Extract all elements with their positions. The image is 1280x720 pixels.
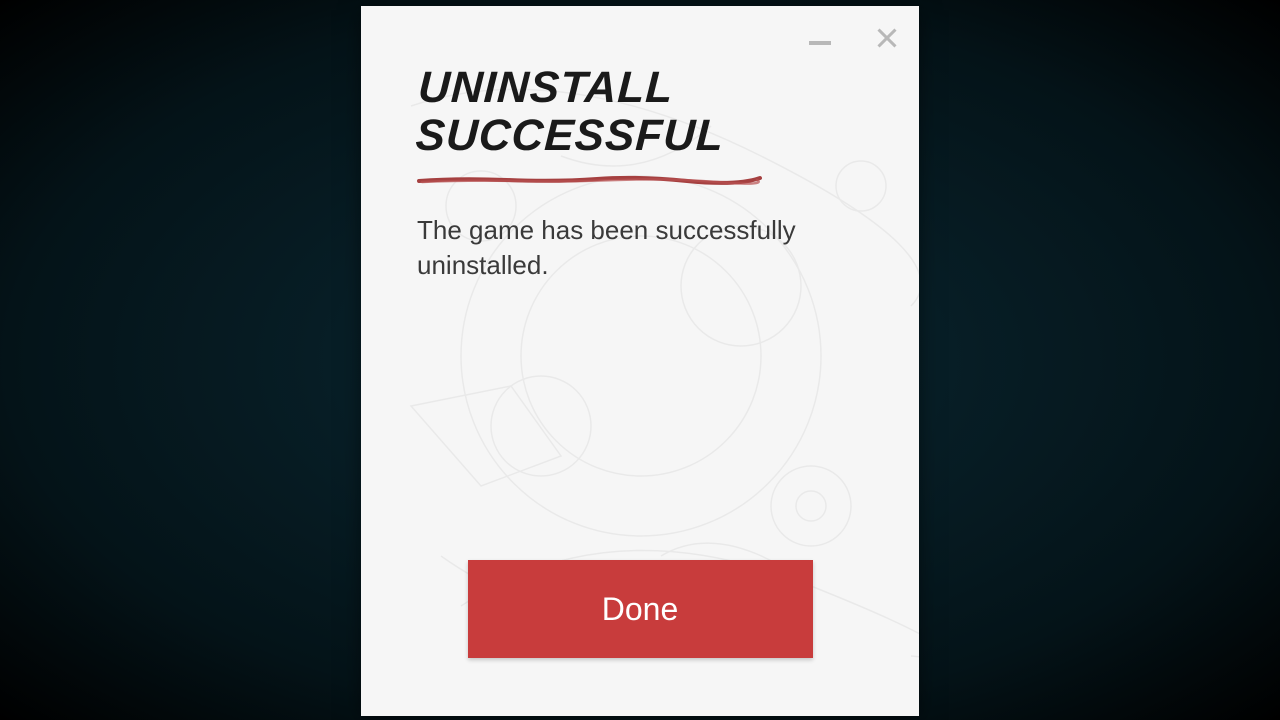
title-line-1: UNINSTALL <box>417 64 866 112</box>
button-container: Done <box>417 560 863 676</box>
dialog-title: UNINSTALL SUCCESSFUL <box>414 64 865 161</box>
dialog-content: UNINSTALL SUCCESSFUL The game has been s… <box>361 6 919 716</box>
dialog-message: The game has been successfully uninstall… <box>417 213 863 283</box>
uninstall-dialog: UNINSTALL SUCCESSFUL The game has been s… <box>361 6 919 716</box>
title-underline-stroke <box>417 175 762 185</box>
done-button[interactable]: Done <box>468 560 813 658</box>
title-line-2: SUCCESSFUL <box>414 112 863 160</box>
